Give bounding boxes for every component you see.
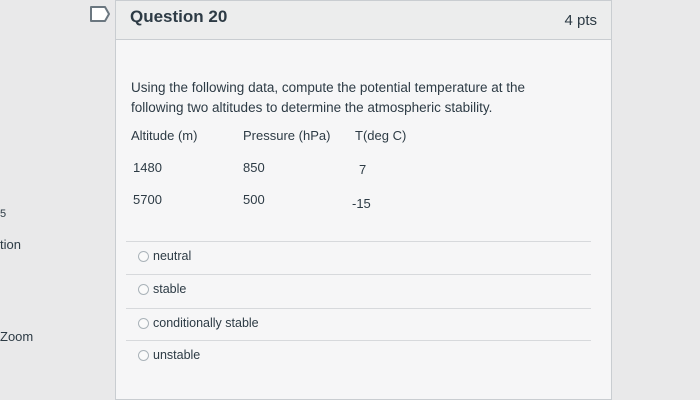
table-cell: 5700 bbox=[133, 192, 162, 207]
radio-button[interactable] bbox=[138, 284, 149, 295]
flag-question-icon[interactable] bbox=[88, 4, 112, 24]
sidebar-zoom-link[interactable]: Zoom bbox=[0, 329, 33, 344]
question-card: Question 20 4 pts Using the following da… bbox=[115, 0, 612, 400]
table-cell: -15 bbox=[352, 196, 371, 211]
radio-button[interactable] bbox=[138, 350, 149, 361]
question-text: Using the following data, compute the po… bbox=[131, 80, 525, 115]
radio-button[interactable] bbox=[138, 251, 149, 262]
question-header: Question 20 4 pts bbox=[116, 1, 611, 40]
question-points: 4 pts bbox=[564, 12, 597, 29]
sidebar-question-link[interactable]: tion bbox=[0, 237, 21, 252]
answer-option-unstable[interactable]: unstable bbox=[126, 340, 591, 372]
answer-label: conditionally stable bbox=[153, 316, 259, 330]
sidebar-mark: 5 bbox=[0, 208, 7, 220]
table-cell: 500 bbox=[243, 192, 265, 207]
table-header-pressure: Pressure (hPa) bbox=[243, 128, 331, 143]
table-cell: 1480 bbox=[133, 160, 162, 175]
question-title: Question 20 bbox=[130, 7, 228, 26]
table-cell: 850 bbox=[243, 160, 265, 175]
answer-label: stable bbox=[153, 282, 187, 296]
radio-button[interactable] bbox=[138, 318, 149, 329]
table-cell: 7 bbox=[359, 162, 367, 177]
answer-option-stable[interactable]: stable bbox=[126, 274, 591, 306]
answer-option-neutral[interactable]: neutral bbox=[126, 241, 591, 273]
answer-label: neutral bbox=[153, 249, 192, 263]
table-header-temperature: T(deg C) bbox=[355, 128, 407, 143]
answer-option-conditionally-stable[interactable]: conditionally stable bbox=[126, 308, 591, 340]
table-header-altitude: Altitude (m) bbox=[131, 128, 198, 143]
answer-label: unstable bbox=[153, 348, 201, 362]
